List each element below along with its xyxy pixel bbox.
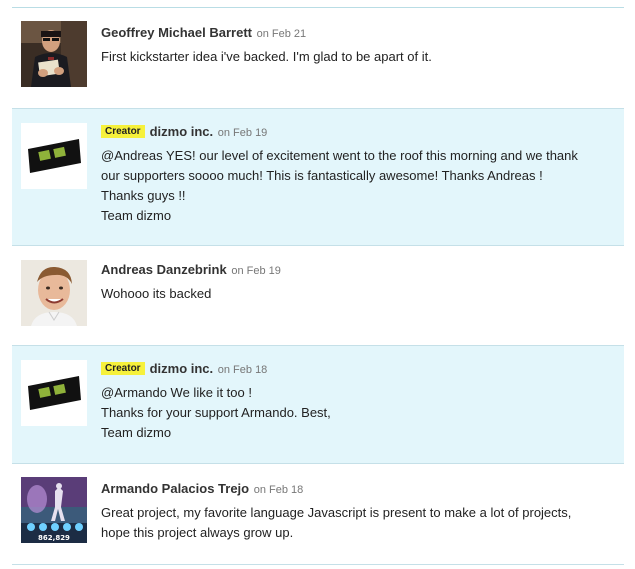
comment-line: our supporters soooo much! This is fanta… — [101, 168, 543, 183]
comment-body: Creator dizmo inc. on Feb 19 @Andreas YES… — [101, 123, 614, 226]
comment-line: @Andreas YES! our level of excitement we… — [101, 148, 578, 163]
comment-body: Armando Palacios Trejo on Feb 18 Great p… — [101, 480, 614, 543]
avatar[interactable] — [21, 260, 87, 326]
avatar[interactable] — [21, 360, 87, 426]
dizmo-logo-icon — [21, 360, 87, 426]
comment-item-creator: Creator dizmo inc. on Feb 19 @Andreas YES… — [12, 109, 624, 246]
game-screenshot-icon: 862,829 — [21, 477, 87, 543]
comment-text: Wohooo its backed — [101, 284, 614, 304]
comment-date: on Feb 18 — [217, 364, 268, 376]
author-name[interactable]: Armando Palacios Trejo — [101, 481, 249, 496]
comment-line: Team dizmo — [101, 425, 172, 440]
creator-badge: Creator — [101, 125, 145, 138]
comment-date: on Feb 18 — [253, 484, 304, 496]
author-name[interactable]: Andreas Danzebrink — [101, 262, 227, 277]
author-name[interactable]: dizmo inc. — [150, 361, 214, 376]
person-reading-icon — [21, 21, 87, 87]
smiling-man-icon — [21, 260, 87, 326]
comment-line: Thanks guys !! — [101, 188, 186, 203]
creator-badge: Creator — [101, 362, 145, 375]
dizmo-logo-icon — [21, 123, 87, 189]
comment-meta: Geoffrey Michael Barrett on Feb 21 — [101, 24, 614, 43]
comment-meta: Creator dizmo inc. on Feb 18 — [101, 360, 614, 379]
comments-list: Geoffrey Michael Barrett on Feb 21 First… — [12, 7, 624, 565]
avatar[interactable] — [21, 21, 87, 87]
comment-line: Great project, my favorite language Java… — [101, 505, 572, 520]
comment-line: Wohooo its backed — [101, 286, 212, 301]
comment-meta: Armando Palacios Trejo on Feb 18 — [101, 480, 614, 499]
comment-text: First kickstarter idea i've backed. I'm … — [101, 47, 614, 67]
comment-date: on Feb 19 — [231, 265, 281, 277]
comment-line: @Armando We like it too ! — [101, 385, 252, 400]
comment-date: on Feb 21 — [256, 28, 307, 40]
comment-text: @Armando We like it too ! Thanks for you… — [101, 383, 614, 443]
comment-item: Andreas Danzebrink on Feb 19 Wohooo its … — [12, 246, 624, 346]
comment-meta: Creator dizmo inc. on Feb 19 — [101, 123, 614, 142]
comment-body: Andreas Danzebrink on Feb 19 Wohooo its … — [101, 261, 614, 304]
comment-line: hope this project always grow up. — [101, 525, 294, 540]
comment-meta: Andreas Danzebrink on Feb 19 — [101, 261, 614, 280]
comment-line: Team dizmo — [101, 208, 172, 223]
comment-item: Geoffrey Michael Barrett on Feb 21 First… — [12, 8, 624, 109]
comment-body: Geoffrey Michael Barrett on Feb 21 First… — [101, 24, 614, 67]
comment-item-creator: Creator dizmo inc. on Feb 18 @Armando We … — [12, 346, 624, 464]
comment-text: @Andreas YES! our level of excitement we… — [101, 146, 614, 226]
author-name[interactable]: Geoffrey Michael Barrett — [101, 25, 252, 40]
comment-item: 862,829 Armando Palacios Trejo on Feb 18… — [12, 464, 624, 565]
comment-line: Thanks for your support Armando. Best, — [101, 405, 331, 420]
comment-text: Great project, my favorite language Java… — [101, 503, 614, 543]
author-name[interactable]: dizmo inc. — [150, 124, 214, 139]
comment-body: Creator dizmo inc. on Feb 18 @Armando We … — [101, 360, 614, 443]
avatar[interactable] — [21, 123, 87, 189]
score-readout: 862,829 — [38, 534, 70, 542]
comment-date: on Feb 19 — [217, 127, 268, 139]
avatar[interactable]: 862,829 — [21, 477, 87, 543]
comment-line: First kickstarter idea i've backed. I'm … — [101, 49, 432, 64]
